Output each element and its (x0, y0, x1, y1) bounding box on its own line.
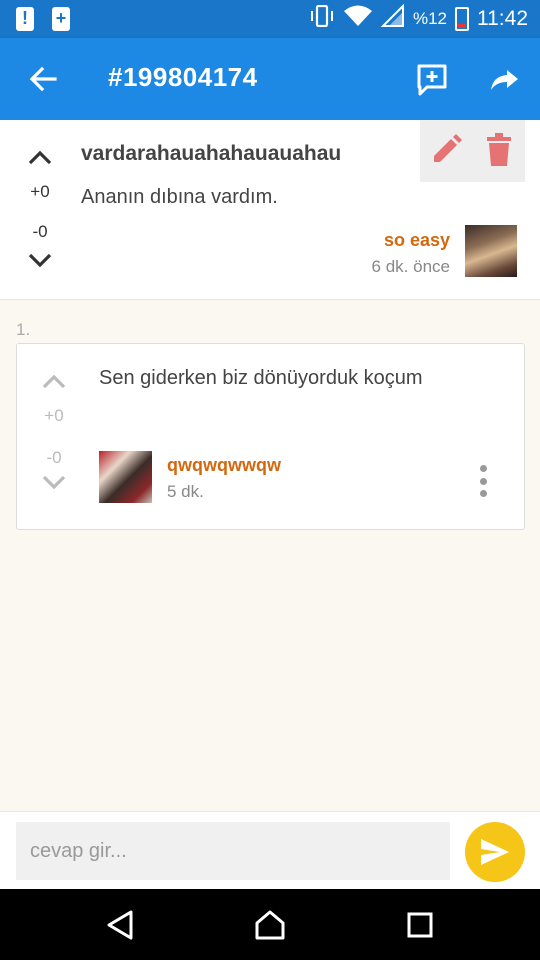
battery-charge-icon (52, 7, 70, 31)
alert-icon (16, 7, 34, 31)
reply-body: Sen giderken biz dönüyorduk koçum (99, 367, 423, 389)
app-bar: #199804174 (0, 38, 540, 120)
post-user-avatar[interactable] (465, 225, 517, 277)
home-nav-icon[interactable] (252, 907, 288, 943)
post-actions (420, 120, 525, 182)
wifi-icon (343, 4, 373, 34)
reply-index: 1. (16, 320, 31, 339)
delete-icon[interactable] (484, 133, 514, 167)
reply-input[interactable] (16, 822, 450, 880)
post-score-minus: -0 (32, 222, 48, 241)
back-nav-icon[interactable] (102, 907, 138, 943)
post-title: vardarahauahahauauahau (81, 142, 342, 165)
share-icon[interactable] (482, 58, 526, 102)
post-vote-column: +0 -0 (20, 148, 60, 270)
arrow-back-icon[interactable] (20, 56, 66, 102)
vibrate-icon (309, 4, 335, 33)
signal-icon (380, 3, 405, 34)
post-score-plus: +0 (30, 182, 50, 201)
battery-icon (455, 7, 469, 31)
add-comment-icon[interactable] (410, 58, 454, 102)
reply-card: +0 -0 Sen giderken biz dönüyorduk koçum … (16, 343, 525, 530)
status-bar: %12 11:42 (0, 0, 540, 38)
recents-nav-icon[interactable] (402, 907, 438, 943)
send-icon (481, 839, 509, 865)
page-title: #199804174 (108, 62, 258, 92)
post-user-name[interactable]: so easy (384, 230, 450, 251)
reply-score-minus: -0 (46, 448, 62, 467)
upvote-icon[interactable] (27, 148, 53, 166)
reply-vote-column: +0 -0 (34, 372, 74, 492)
reply-time: 5 dk. (167, 482, 204, 501)
reply-input-bar (0, 811, 540, 889)
post-card: +0 -0 vardarahauahahauauahau Ananın dıbı… (0, 120, 540, 300)
edit-icon[interactable] (430, 134, 462, 166)
clock: 11:42 (477, 7, 528, 30)
send-button[interactable] (465, 822, 525, 882)
reply-score-plus: +0 (44, 406, 64, 425)
post-time: 6 dk. önce (371, 257, 450, 276)
upvote-icon[interactable] (41, 372, 67, 390)
system-nav-bar (0, 889, 540, 960)
downvote-icon[interactable] (41, 474, 67, 492)
battery-percent: %12 (412, 9, 447, 28)
reply-user-avatar[interactable] (99, 451, 152, 503)
post-body: Ananın dıbına vardım. (81, 186, 278, 208)
more-vert-icon[interactable] (473, 465, 493, 497)
reply-user-name[interactable]: qwqwqwwqw (167, 455, 281, 476)
downvote-icon[interactable] (27, 252, 53, 270)
